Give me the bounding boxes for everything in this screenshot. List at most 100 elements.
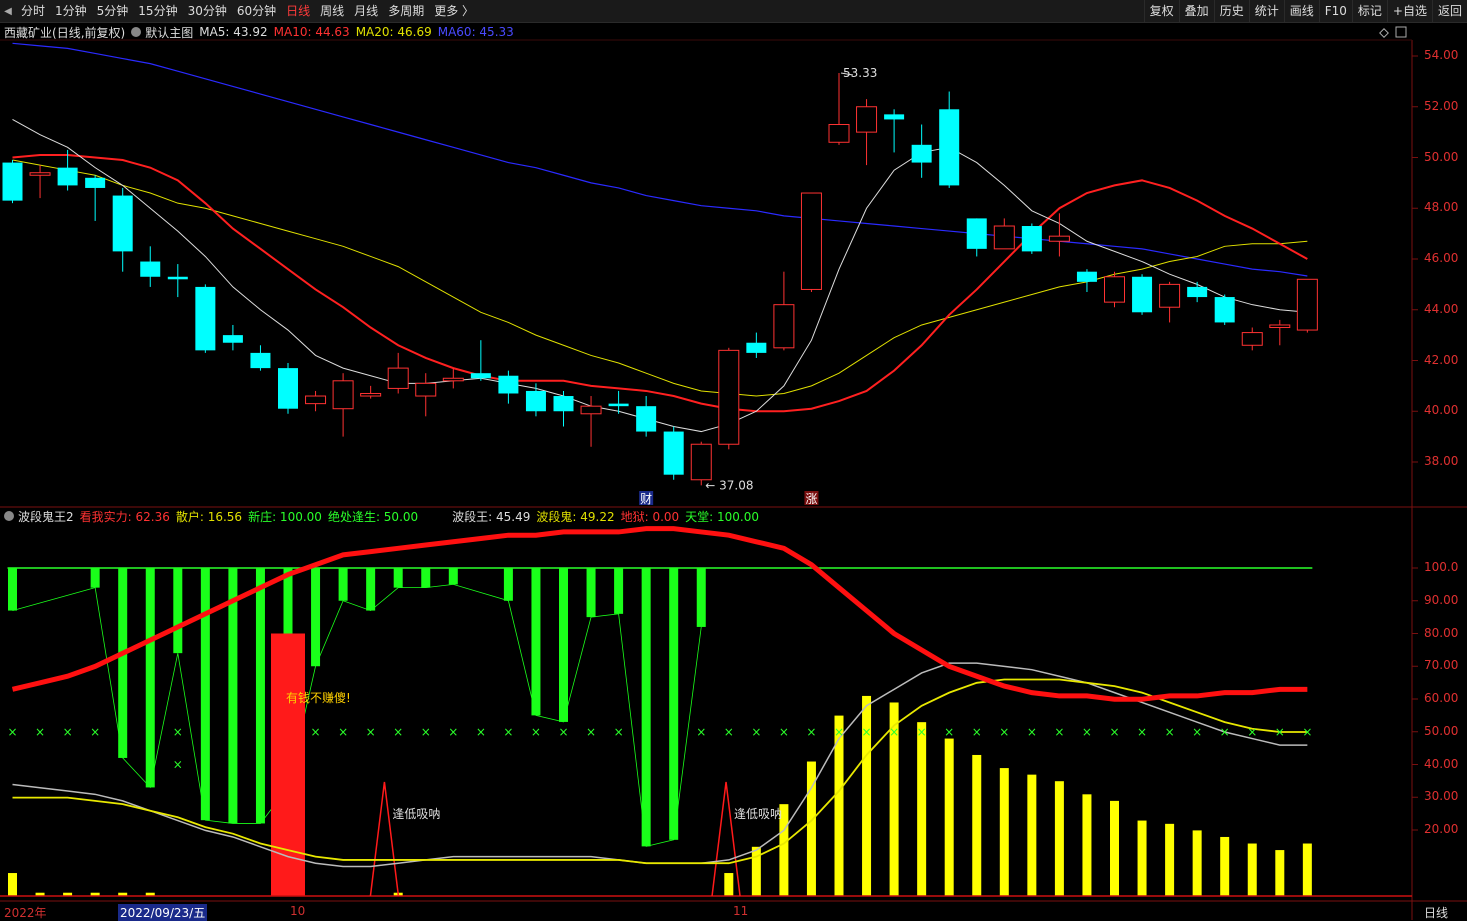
juechu-marker: × bbox=[1027, 725, 1037, 739]
yellow-bar bbox=[1247, 843, 1257, 896]
maximize-icon bbox=[1395, 26, 1407, 38]
candle-body-down bbox=[939, 109, 960, 186]
juechu-marker: × bbox=[999, 725, 1009, 739]
juechu-marker: × bbox=[724, 725, 734, 739]
yellow-bar bbox=[1220, 836, 1230, 896]
green-bar bbox=[118, 568, 128, 758]
kline-chart-canvas[interactable]: 53.33 ← 37.08 财 涨逢低吸呐 逢低吸呐 × × × × × × × × × × × × × × × × × ×… bbox=[0, 0, 1467, 920]
yellow-bar bbox=[1165, 823, 1175, 896]
juechu-marker: × bbox=[393, 725, 403, 739]
candle-body-down bbox=[553, 396, 574, 412]
yellow-bar bbox=[944, 738, 954, 896]
juechu-marker: × bbox=[173, 758, 183, 772]
yellow-bar bbox=[1082, 794, 1092, 896]
juechu-marker: × bbox=[173, 725, 183, 739]
candle-body-down bbox=[2, 162, 23, 201]
juechu-marker: × bbox=[63, 725, 73, 739]
yellow-bar bbox=[1302, 843, 1312, 896]
green-bar bbox=[559, 568, 568, 722]
juechu-marker: × bbox=[1275, 725, 1285, 739]
green-bar bbox=[8, 568, 17, 611]
juechu-marker: × bbox=[751, 725, 761, 739]
green-bar bbox=[255, 568, 265, 824]
green-bar bbox=[614, 568, 624, 614]
yellow-bar bbox=[724, 873, 734, 896]
candle-body-up bbox=[718, 349, 740, 445]
juechu-marker: × bbox=[558, 725, 568, 739]
candle-body-down bbox=[85, 177, 106, 188]
candle-body-up bbox=[773, 304, 795, 349]
yellow-bar bbox=[1275, 850, 1285, 896]
candle-body-down bbox=[140, 261, 161, 277]
candle-body-up bbox=[442, 377, 464, 382]
green-bar bbox=[145, 568, 155, 788]
green-bar bbox=[448, 568, 458, 585]
candle-body-up bbox=[800, 192, 822, 290]
candle-body-down bbox=[746, 342, 767, 353]
juechu-marker: × bbox=[311, 725, 321, 739]
period-indicator[interactable]: 日线 bbox=[1424, 904, 1448, 921]
candle-body-down bbox=[278, 368, 298, 409]
juechu-marker: × bbox=[1109, 725, 1119, 739]
yellow-bar bbox=[1192, 830, 1202, 896]
juechu-marker: × bbox=[614, 725, 624, 739]
candle-body-down bbox=[1187, 286, 1208, 298]
juechu-marker: × bbox=[1054, 725, 1064, 739]
fengdi-label: 逢低吸呐 bbox=[734, 807, 782, 821]
green-bar bbox=[696, 568, 706, 627]
candle-body-down bbox=[1021, 226, 1042, 252]
candle-body-down bbox=[167, 276, 188, 280]
candle-body-up bbox=[1296, 278, 1318, 331]
yellow-bar bbox=[1027, 774, 1037, 896]
candle-body-up bbox=[1048, 235, 1070, 242]
candle-body-up bbox=[856, 106, 878, 133]
juechu-marker: × bbox=[421, 725, 431, 739]
juechu-marker: × bbox=[35, 725, 45, 739]
candle-body-down bbox=[498, 375, 519, 394]
juechu-marker: × bbox=[889, 725, 899, 739]
candle-body-up bbox=[29, 172, 51, 176]
green-bar bbox=[228, 568, 238, 824]
candle-body-down bbox=[222, 335, 243, 343]
juechu-marker: × bbox=[944, 725, 954, 739]
green-bar bbox=[586, 568, 596, 618]
diamond-icon bbox=[1379, 28, 1389, 38]
juechu-marker: × bbox=[586, 725, 596, 739]
juechu-marker: × bbox=[476, 725, 486, 739]
juechu-marker: × bbox=[1165, 725, 1175, 739]
yellow-bar bbox=[972, 754, 982, 896]
date-year: 2022年 bbox=[4, 906, 47, 920]
juechu-marker: × bbox=[1082, 725, 1092, 739]
candle-body-down bbox=[57, 167, 78, 186]
cursor-date: 2022/09/23/五 bbox=[118, 904, 208, 921]
zhang-label: 涨 bbox=[805, 491, 817, 506]
candle-body-up bbox=[1159, 283, 1181, 308]
candle-body-down bbox=[966, 218, 987, 249]
green-bar bbox=[393, 568, 403, 588]
candle-body-up bbox=[387, 367, 409, 389]
candle-body-up bbox=[993, 225, 1015, 250]
candle-body-up bbox=[1241, 332, 1263, 346]
juechu-marker: × bbox=[90, 725, 100, 739]
yellow-bar bbox=[1137, 820, 1147, 896]
juechu-marker: × bbox=[806, 725, 816, 739]
candle-body-down bbox=[1132, 276, 1153, 313]
green-bar bbox=[421, 568, 431, 588]
candle-body-up bbox=[415, 382, 437, 397]
youqian-label: 有钱不赚傻! bbox=[286, 690, 351, 705]
ma60-line bbox=[12, 42, 1308, 277]
candle-body-up bbox=[1104, 276, 1125, 303]
juechu-marker: × bbox=[1192, 725, 1202, 739]
candle-body-down bbox=[1214, 297, 1235, 323]
low-price-label: ← 37.08 bbox=[705, 478, 753, 492]
candle-body-up bbox=[828, 124, 850, 143]
yellow-bar bbox=[8, 873, 17, 896]
candle-body-down bbox=[525, 390, 546, 412]
candle-body-up bbox=[332, 380, 354, 410]
green-bar bbox=[173, 568, 183, 654]
green-bar bbox=[503, 568, 513, 601]
juechu-marker: × bbox=[696, 725, 706, 739]
yellow-bar bbox=[1054, 781, 1064, 896]
candle-body-down bbox=[608, 403, 629, 407]
fengdi-label: 逢低吸呐 bbox=[392, 807, 440, 821]
